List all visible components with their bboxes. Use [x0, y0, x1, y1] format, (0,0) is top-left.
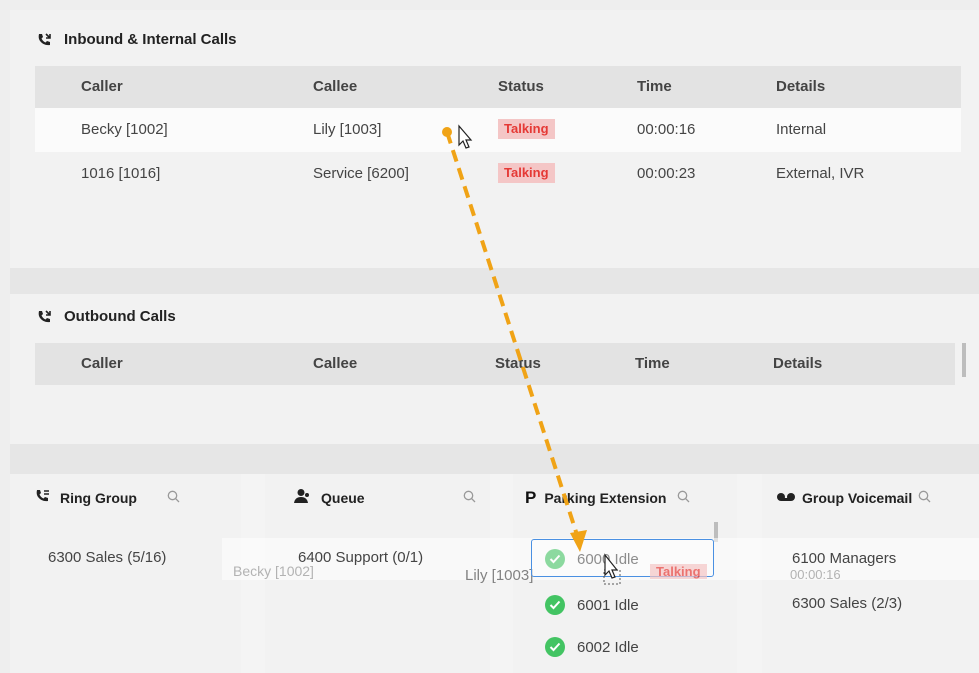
pointer-cursor-icon	[458, 124, 473, 149]
drag-path-arrow	[442, 127, 587, 552]
drag-cursor-icon	[603, 553, 621, 585]
drag-arrow-overlay	[442, 124, 621, 585]
